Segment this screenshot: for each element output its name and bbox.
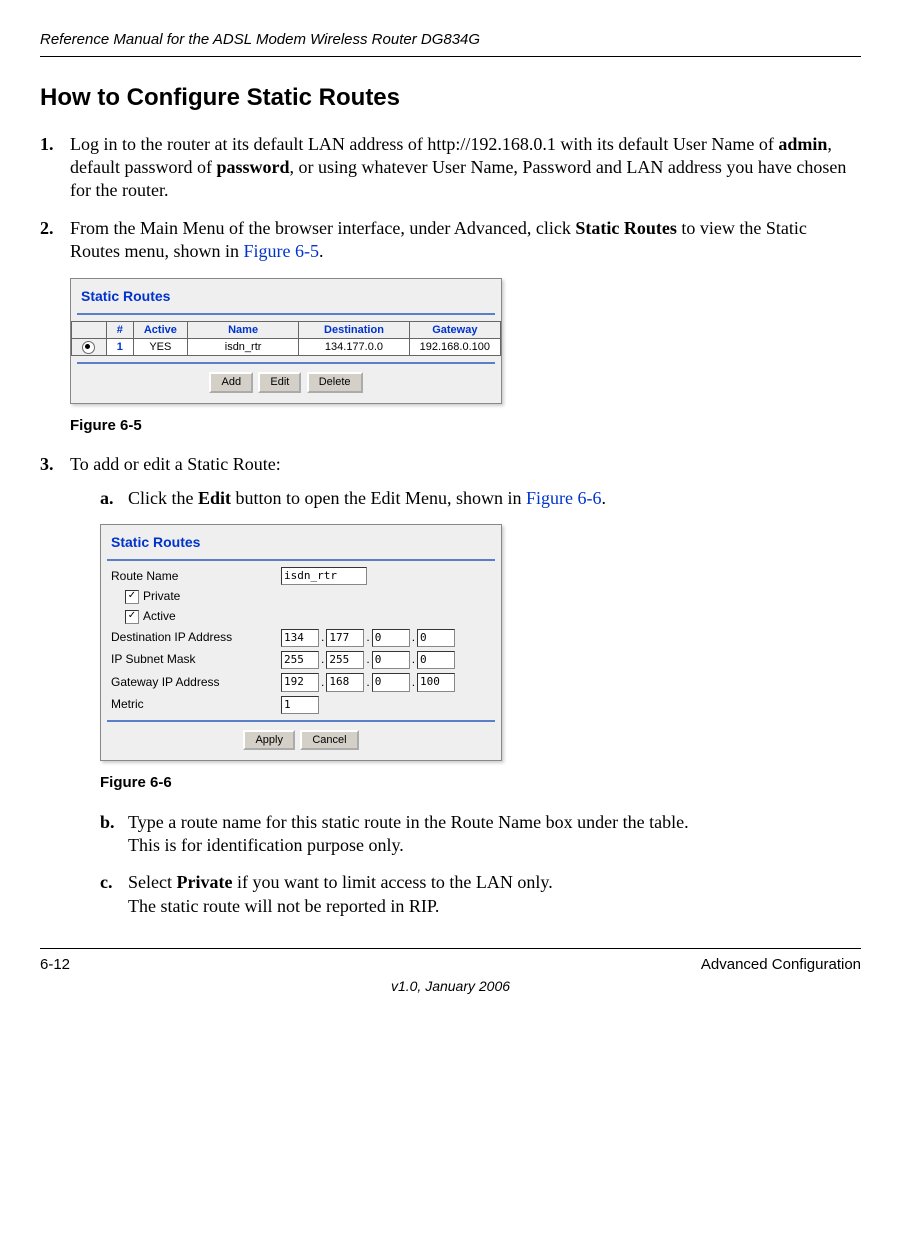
footer-version: v1.0, January 2006 <box>40 977 861 995</box>
step-letter: b. <box>100 811 115 834</box>
bold: Edit <box>198 488 231 508</box>
text: To add or edit a Static Route: <box>70 454 281 474</box>
bold: admin <box>778 134 827 154</box>
route-name-row: Route Name isdn_rtr <box>101 565 501 587</box>
destination-row: Destination IP Address 134. 177. 0. 0 <box>101 627 501 649</box>
gateway-row: Gateway IP Address 192. 168. 0. 100 <box>101 671 501 693</box>
mask-octet-3[interactable]: 0 <box>372 651 410 669</box>
page-footer: 6-12 Advanced Configuration <box>40 948 861 975</box>
step-number: 2. <box>40 217 54 240</box>
cancel-button[interactable]: Cancel <box>300 730 358 750</box>
col-destination: Destination <box>299 321 409 338</box>
running-header: Reference Manual for the ADSL Modem Wire… <box>40 30 861 57</box>
text: This is for identification purpose only. <box>128 835 404 855</box>
step-2: 2. From the Main Menu of the browser int… <box>40 217 861 264</box>
table-row[interactable]: 1 YES isdn_rtr 134.177.0.0 192.168.0.100 <box>72 339 501 356</box>
bold: Static Routes <box>575 218 677 238</box>
private-label: Private <box>143 589 180 603</box>
dest-octet-4[interactable]: 0 <box>417 629 455 647</box>
panel-title: Static Routes <box>101 525 501 555</box>
radio-icon[interactable] <box>82 341 95 354</box>
figure-link[interactable]: Figure 6-6 <box>526 488 602 508</box>
button-row: Apply Cancel <box>101 726 501 760</box>
divider <box>107 720 495 722</box>
figure-6-5-panel: Static Routes # Active Name Destination … <box>70 278 502 404</box>
apply-button[interactable]: Apply <box>243 730 295 750</box>
static-routes-table: # Active Name Destination Gateway 1 YES … <box>71 321 501 357</box>
dest-octet-3[interactable]: 0 <box>372 629 410 647</box>
col-gateway: Gateway <box>409 321 500 338</box>
gw-octet-4[interactable]: 100 <box>417 673 455 691</box>
gw-octet-3[interactable]: 0 <box>372 673 410 691</box>
page-number: 6-12 <box>40 955 70 975</box>
col-active: Active <box>133 321 187 338</box>
row-destination: 134.177.0.0 <box>299 339 409 356</box>
text: Type a route name for this static route … <box>128 812 689 832</box>
metric-input[interactable]: 1 <box>281 696 319 714</box>
delete-button[interactable]: Delete <box>307 372 363 392</box>
footer-section: Advanced Configuration <box>701 955 861 975</box>
divider <box>77 313 495 315</box>
destination-label: Destination IP Address <box>111 630 281 646</box>
figure-link[interactable]: Figure 6-5 <box>244 241 320 261</box>
step-letter: a. <box>100 487 114 510</box>
add-button[interactable]: Add <box>209 372 253 392</box>
text: . <box>602 488 607 508</box>
active-label: Active <box>143 609 176 623</box>
figure-6-6-panel: Static Routes Route Name isdn_rtr ✓ Priva… <box>100 524 502 761</box>
figure-caption: Figure 6-6 <box>100 773 861 793</box>
text: The static route will not be reported in… <box>128 896 439 916</box>
edit-button[interactable]: Edit <box>258 372 301 392</box>
active-checkbox[interactable]: ✓ <box>125 610 139 624</box>
mask-label: IP Subnet Mask <box>111 652 281 668</box>
panel-title: Static Routes <box>71 279 501 309</box>
dest-octet-1[interactable]: 134 <box>281 629 319 647</box>
mask-octet-1[interactable]: 255 <box>281 651 319 669</box>
text: From the Main Menu of the browser interf… <box>70 218 575 238</box>
mask-octet-2[interactable]: 255 <box>326 651 364 669</box>
step-3: 3. To add or edit a Static Route: a. Cli… <box>40 453 861 510</box>
col-radio <box>72 321 107 338</box>
private-checkbox[interactable]: ✓ <box>125 590 139 604</box>
private-row: ✓ Private <box>101 587 501 607</box>
step-number: 3. <box>40 453 54 476</box>
divider <box>107 559 495 561</box>
gateway-label: Gateway IP Address <box>111 675 281 691</box>
dest-octet-2[interactable]: 177 <box>326 629 364 647</box>
active-row: ✓ Active <box>101 607 501 627</box>
row-num: 1 <box>106 339 133 356</box>
mask-row: IP Subnet Mask 255. 255. 0. 0 <box>101 649 501 671</box>
page-title: How to Configure Static Routes <box>40 82 861 113</box>
step-3c: c. Select Private if you want to limit a… <box>100 871 861 918</box>
step-letter: c. <box>100 871 113 894</box>
text: . <box>319 241 324 261</box>
bold: Private <box>176 872 232 892</box>
route-name-input[interactable]: isdn_rtr <box>281 567 367 585</box>
route-name-label: Route Name <box>111 569 281 585</box>
col-num: # <box>106 321 133 338</box>
text: Click the <box>128 488 198 508</box>
row-gateway: 192.168.0.100 <box>409 339 500 356</box>
divider <box>77 362 495 364</box>
mask-octet-4[interactable]: 0 <box>417 651 455 669</box>
text: if you want to limit access to the LAN o… <box>232 872 552 892</box>
bold: password <box>216 157 289 177</box>
step-1: 1. Log in to the router at its default L… <box>40 133 861 203</box>
col-name: Name <box>187 321 298 338</box>
step-3a: a. Click the Edit button to open the Edi… <box>100 487 861 510</box>
metric-row: Metric 1 <box>101 694 501 716</box>
gw-octet-2[interactable]: 168 <box>326 673 364 691</box>
metric-label: Metric <box>111 697 281 713</box>
step-number: 1. <box>40 133 54 156</box>
text: button to open the Edit Menu, shown in <box>231 488 526 508</box>
row-active: YES <box>133 339 187 356</box>
text: Select <box>128 872 176 892</box>
gw-octet-1[interactable]: 192 <box>281 673 319 691</box>
button-row: Add Edit Delete <box>71 368 501 402</box>
row-radio[interactable] <box>72 339 107 356</box>
row-name: isdn_rtr <box>187 339 298 356</box>
figure-caption: Figure 6-5 <box>70 416 861 436</box>
text: Log in to the router at its default LAN … <box>70 134 778 154</box>
step-3b: b. Type a route name for this static rou… <box>100 811 861 858</box>
